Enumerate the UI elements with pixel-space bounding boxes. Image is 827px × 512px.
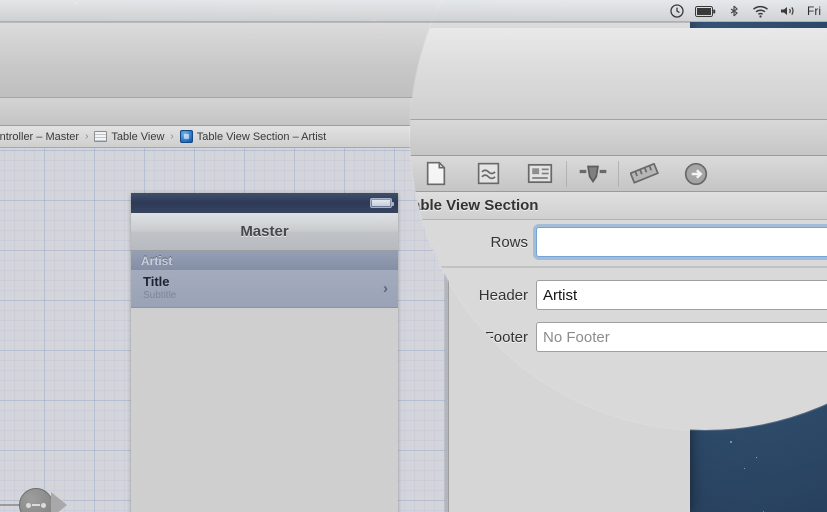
- footer-placeholder: No Footer: [543, 328, 610, 346]
- segue-arrow: [51, 492, 67, 512]
- breadcrumb-label: Table View: [111, 130, 165, 143]
- breadcrumb-separator: ›: [85, 131, 89, 142]
- header-label: Header: [478, 286, 528, 304]
- menu-bar-status-items[interactable]: Fri: [670, 0, 821, 22]
- magnified-toolbar: View Organizer: [410, 28, 827, 307]
- identity-inspector-tab[interactable]: [514, 163, 566, 184]
- timemachine-icon[interactable]: [670, 4, 684, 18]
- magnified-footer-field-row: Footer No Footer: [410, 316, 827, 358]
- screen: er View Controller – Master › Table View…: [0, 0, 827, 512]
- size-inspector-tab[interactable]: [618, 160, 670, 187]
- segue-dots: [26, 502, 46, 508]
- segue-line: [0, 504, 19, 506]
- ios-status-bar: [131, 193, 398, 213]
- breadcrumb-item-view-controller[interactable]: er View Controller – Master: [0, 131, 79, 143]
- navigation-bar[interactable]: Master: [131, 213, 398, 251]
- screen-magnifier-lens: View Organizer plus-icon: [410, 0, 827, 430]
- breadcrumb-label: er View Controller – Master: [0, 130, 80, 143]
- footer-label: Footer: [484, 328, 528, 346]
- breadcrumb-item-table-view[interactable]: Table View: [94, 131, 164, 143]
- breadcrumb-label: Table View Section – Artist: [196, 130, 327, 143]
- volume-icon[interactable]: [780, 5, 796, 17]
- connections-inspector-tab[interactable]: [670, 162, 722, 186]
- table-view-section-icon: [179, 130, 193, 143]
- magnified-rows-field-row: Rows 2 ▴ ▾: [410, 220, 827, 264]
- magnified-inspector-body: Rows 2 ▴ ▾ Header Artist: [410, 220, 827, 430]
- table-section-header[interactable]: Artist: [131, 251, 398, 270]
- magnified-divider: [410, 266, 827, 268]
- file-inspector-tab[interactable]: [410, 161, 462, 186]
- battery-icon: [370, 198, 394, 208]
- rows-label: Rows: [490, 233, 528, 251]
- battery-icon[interactable]: [695, 5, 716, 17]
- header-value: Artist: [543, 286, 578, 304]
- table-view-doc-icon: [94, 131, 108, 142]
- wifi-icon[interactable]: [752, 5, 769, 18]
- attributes-inspector-tab[interactable]: [566, 160, 618, 187]
- nav-bar-title: Master: [240, 223, 289, 240]
- macos-menu-bar[interactable]: Fri: [0, 0, 827, 22]
- quick-help-inspector-tab[interactable]: [462, 162, 514, 185]
- bluetooth-icon[interactable]: [727, 5, 741, 17]
- rows-input[interactable]: 2: [536, 227, 827, 257]
- cell-text-group: Title Subtitle: [143, 275, 176, 301]
- table-view-cell[interactable]: Title Subtitle ›: [131, 270, 398, 308]
- cell-title-label: Title: [143, 274, 170, 290]
- scene-master-table-view[interactable]: Master Artist Title Subtitle › Table Vie…: [131, 193, 398, 512]
- section-header-label: Artist: [141, 253, 173, 268]
- chevron-right-icon: ›: [383, 280, 388, 297]
- segue-circle: [19, 488, 53, 512]
- header-input[interactable]: Artist: [536, 280, 827, 310]
- magnified-content: View Organizer plus-icon: [410, 0, 827, 430]
- menu-bar-day[interactable]: Fri: [807, 4, 821, 18]
- magnified-section-title: able View Section: [410, 192, 827, 220]
- magnified-header-field-row: Header Artist: [410, 274, 827, 316]
- breadcrumb-separator: ›: [170, 131, 174, 142]
- cell-subtitle-label: Subtitle: [143, 290, 177, 302]
- footer-input[interactable]: No Footer: [536, 322, 827, 352]
- breadcrumb-item-table-view-section[interactable]: Table View Section – Artist: [179, 130, 327, 143]
- magnified-inspector-tab-strip[interactable]: [410, 156, 827, 192]
- magnified-toolbar-secondary: plus-icon: [410, 120, 827, 156]
- relationship-segue-icon[interactable]: [0, 488, 67, 512]
